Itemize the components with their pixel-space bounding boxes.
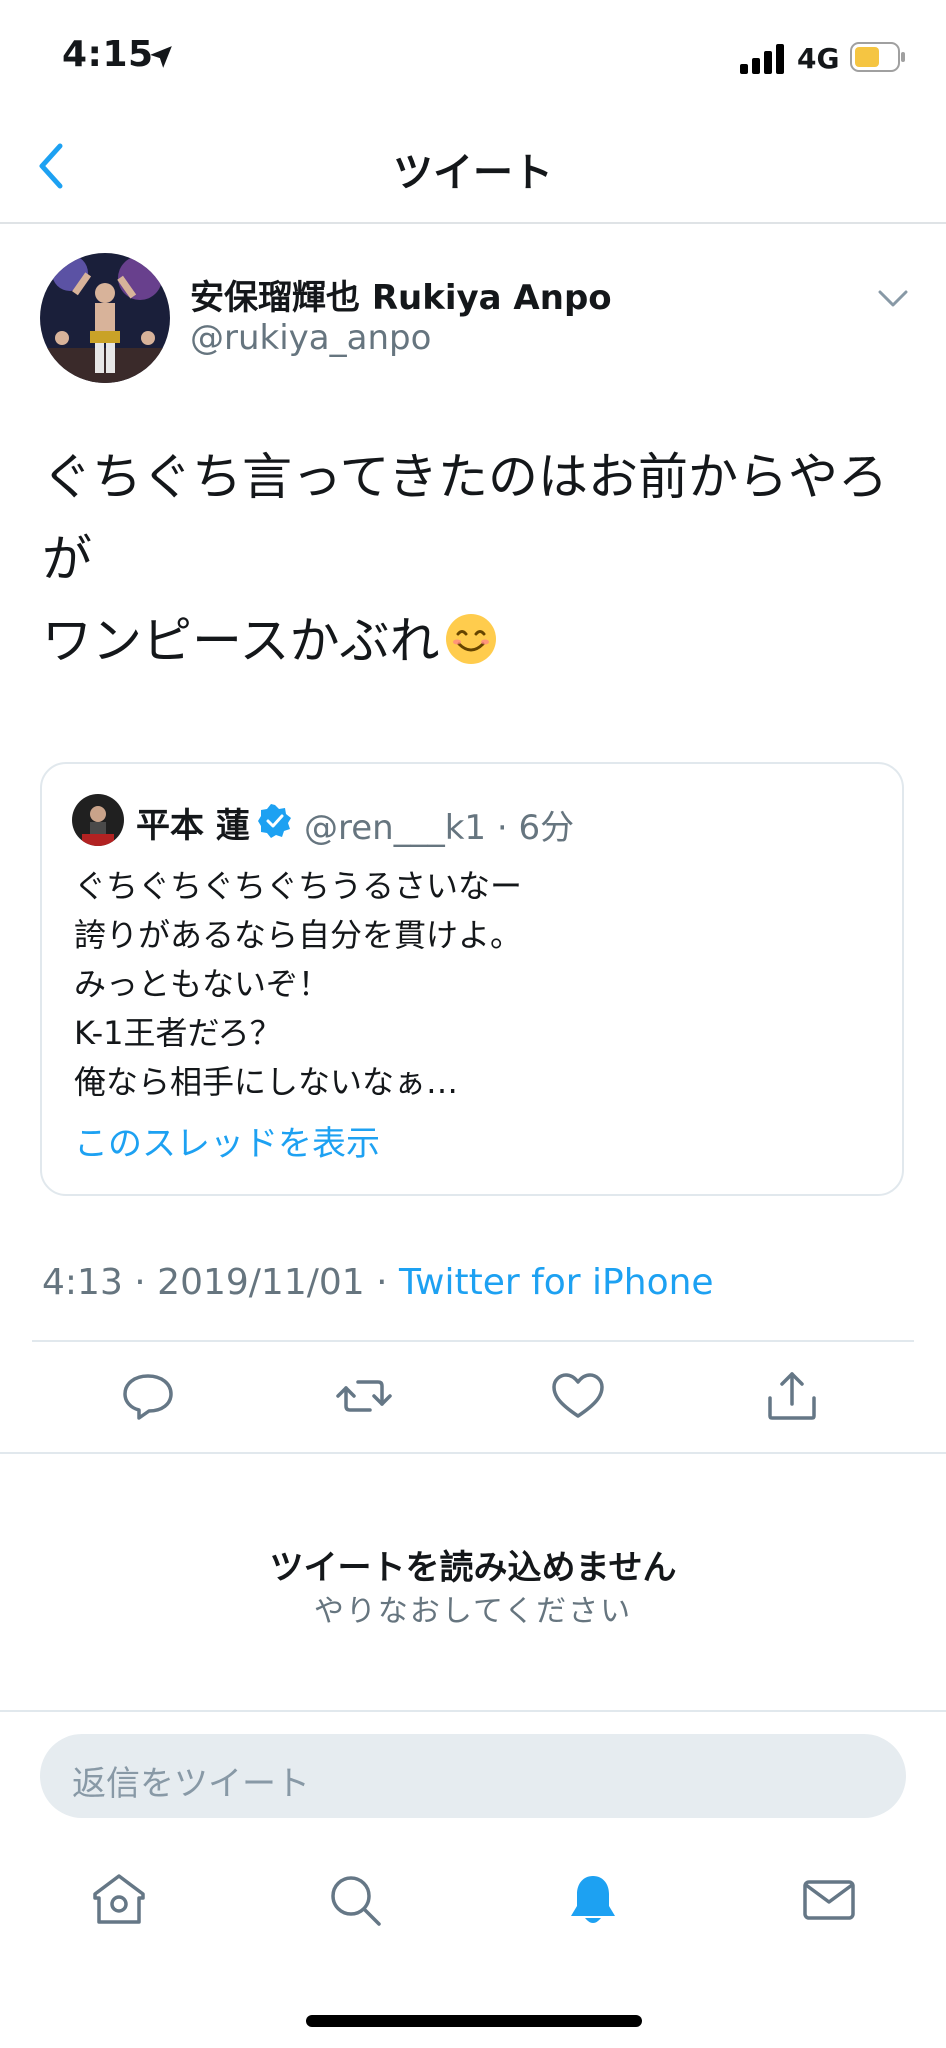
quoted-tweet-text: ぐちぐちぐちぐちうるさいなー 誇りがあるなら自分を貫けよ。 みっともないぞ！ K… <box>74 867 523 1101</box>
author-avatar[interactable] <box>40 253 170 383</box>
status-time: 4:15 <box>62 34 154 75</box>
tweet-meta: 4:13 · 2019/11/01 · Twitter for iPhone <box>42 1262 714 1303</box>
search-icon[interactable] <box>327 1872 383 1928</box>
actions-divider <box>0 1452 946 1454</box>
quoted-avatar-photo <box>72 794 124 846</box>
author-handle[interactable]: @rukiya_anpo <box>190 318 431 358</box>
header-divider <box>0 222 946 224</box>
tweet-text: ぐちぐち言ってきたのはお前からやろが ワンピースかぶれ <box>42 436 912 682</box>
signal-icon <box>740 44 784 74</box>
notifications-icon[interactable] <box>565 1872 621 1928</box>
reply-placeholder: 返信をツイート <box>72 1764 310 1804</box>
quoted-handle-time: @ren___k1 · 6分 <box>304 808 575 848</box>
battery-icon <box>850 42 905 72</box>
tweet-timestamp: 4:13 · 2019/11/01 · <box>42 1262 399 1303</box>
chevron-down-icon[interactable] <box>876 288 910 310</box>
verified-badge-icon <box>258 804 291 838</box>
author-name[interactable]: 安保瑠輝也 Rukiya Anpo <box>190 270 612 319</box>
share-icon[interactable] <box>764 1368 820 1424</box>
meta-divider <box>32 1340 914 1342</box>
reply-divider <box>0 1710 946 1712</box>
reply-icon[interactable] <box>120 1368 176 1424</box>
avatar-photo <box>40 253 170 383</box>
smiling-face-icon <box>445 614 496 664</box>
home-icon[interactable] <box>91 1872 147 1928</box>
load-error-title: ツイートを読み込めません <box>269 1548 677 1588</box>
location-arrow-icon <box>150 46 172 68</box>
like-icon[interactable] <box>550 1368 606 1424</box>
tweet-source-link[interactable]: Twitter for iPhone <box>399 1262 714 1303</box>
quoted-author-avatar <box>72 794 124 846</box>
retweet-icon[interactable] <box>336 1368 392 1424</box>
network-label: 4G <box>797 42 840 75</box>
page-title: ツイート <box>393 150 553 196</box>
show-thread-link[interactable]: このスレッドを表示 <box>74 1116 380 1165</box>
messages-icon[interactable] <box>801 1872 857 1928</box>
quoted-author-name: 平本 蓮 <box>136 806 250 846</box>
load-error-subtitle[interactable]: やりなおしてください <box>0 1586 946 1630</box>
home-indicator[interactable] <box>306 2015 642 2027</box>
